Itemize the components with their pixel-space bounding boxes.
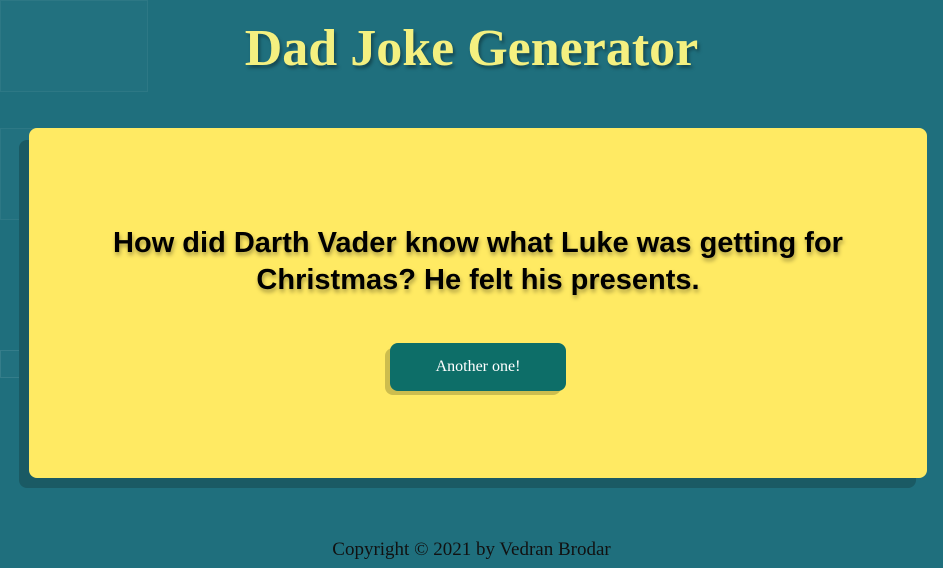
joke-text: How did Darth Vader know what Luke was g… xyxy=(113,227,843,296)
another-one-button[interactable]: Another one! xyxy=(390,343,566,391)
footer-copyright: Copyright © 2021 by Vedran Brodar xyxy=(332,539,611,560)
page-title: Dad Joke Generator xyxy=(244,20,699,77)
joke-card: How did Darth Vader know what Luke was g… xyxy=(29,128,927,478)
